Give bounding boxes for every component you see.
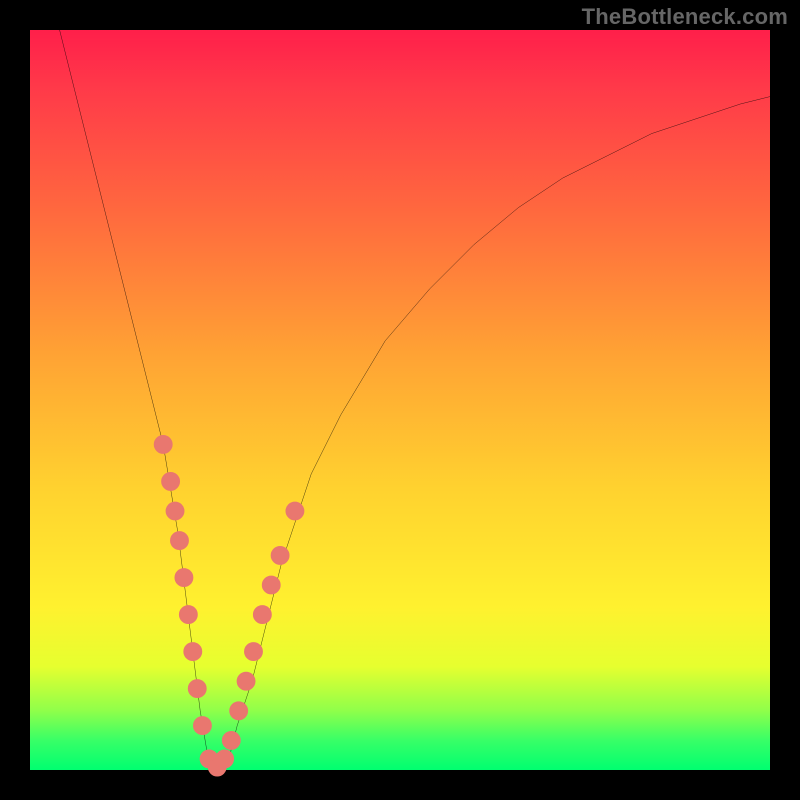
data-marker	[253, 606, 271, 624]
chart-frame: TheBottleneck.com	[0, 0, 800, 800]
data-marker	[286, 502, 304, 520]
data-marker	[230, 702, 248, 720]
data-marker	[194, 717, 212, 735]
data-marker	[216, 750, 234, 768]
data-marker	[271, 547, 289, 565]
data-marker	[237, 672, 255, 690]
data-marker	[162, 473, 180, 491]
data-marker	[179, 606, 197, 624]
data-markers	[154, 436, 303, 776]
bottleneck-curve	[60, 30, 770, 770]
data-marker	[262, 576, 280, 594]
data-marker	[184, 643, 202, 661]
data-marker	[154, 436, 172, 454]
plot-area	[30, 30, 770, 770]
data-marker	[166, 502, 184, 520]
data-marker	[171, 532, 189, 550]
watermark-text: TheBottleneck.com	[582, 4, 788, 30]
data-marker	[188, 680, 206, 698]
data-marker	[175, 569, 193, 587]
data-marker	[245, 643, 263, 661]
data-marker	[222, 732, 240, 750]
chart-svg	[30, 30, 770, 770]
